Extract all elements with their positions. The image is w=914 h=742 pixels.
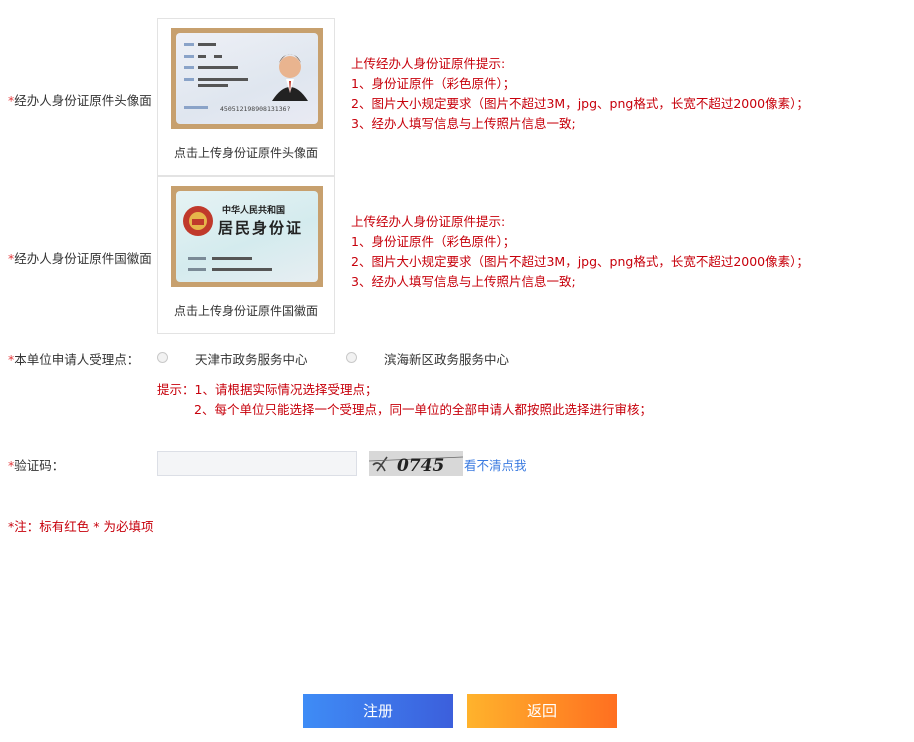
captcha-input[interactable] — [157, 451, 357, 476]
register-button[interactable]: 注册 — [303, 694, 453, 728]
back-upload-tips: 上传经办人身份证原件提示: 1、身份证原件（彩色原件）； 2、图片大小规定要求（… — [351, 214, 809, 289]
captcha-refresh-link[interactable]: 看不清点我 — [464, 455, 527, 474]
site-hint-line1: 提示：1、请根据实际情况选择受理点； — [157, 382, 378, 397]
back-id-card-image: 中华人民共和国 居民身份证 — [171, 186, 323, 287]
back-id-upload[interactable]: 中华人民共和国 居民身份证 点击上传身份证原件国徽面 — [157, 176, 335, 334]
site-radio-binhai[interactable] — [346, 352, 357, 363]
svg-text:0745: 0745 — [397, 456, 444, 476]
site-label: *本单位申请人受理点： — [8, 352, 140, 367]
site-option-binhai[interactable]: 滨海新区政务服务中心 — [384, 349, 509, 368]
back-id-label: *经办人身份证原件国徽面 — [8, 251, 152, 266]
svg-text:45051219890813136?: 45051219890813136? — [220, 105, 291, 113]
site-option-tianjin[interactable]: 天津市政务服务中心 — [195, 349, 308, 368]
back-button[interactable]: 返回 — [467, 694, 617, 728]
captcha-label: *验证码： — [8, 458, 65, 473]
front-upload-tips: 上传经办人身份证原件提示: 1、身份证原件（彩色原件）； 2、图片大小规定要求（… — [351, 56, 809, 131]
front-id-upload[interactable]: 45051219890813136? 点击上传身份证原件头像面 — [157, 18, 335, 176]
captcha-image[interactable]: 0745 — [369, 451, 463, 476]
back-upload-caption: 点击上传身份证原件国徽面 — [173, 304, 318, 318]
front-id-label: *经办人身份证原件头像面 — [8, 93, 152, 108]
national-emblem-icon: 中华人民共和国 居民身份证 — [183, 204, 303, 271]
site-radio-tianjin[interactable] — [157, 352, 168, 363]
site-hint-line2: 2、每个单位只能选择一个受理点，同一单位的全部申请人都按照此选择进行审核； — [194, 402, 652, 417]
svg-text:中华人民共和国: 中华人民共和国 — [222, 204, 285, 216]
front-id-card-image: 45051219890813136? — [171, 28, 323, 129]
id-card-front-icon: 45051219890813136? — [184, 43, 308, 113]
svg-text:居民身份证: 居民身份证 — [218, 219, 303, 237]
required-note: *注：标有红色 * 为必填项 — [8, 519, 154, 534]
front-upload-caption: 点击上传身份证原件头像面 — [173, 146, 318, 160]
